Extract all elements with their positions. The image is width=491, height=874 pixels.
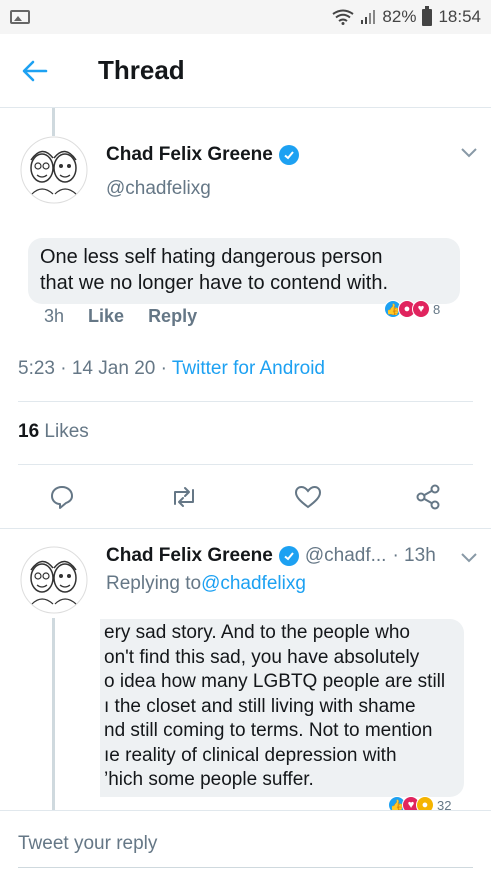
verified-icon — [278, 145, 299, 165]
replying-prefix: Replying to — [106, 573, 202, 594]
retweet-icon — [174, 487, 194, 507]
tweet-handle-row: @chadfelixg — [106, 178, 211, 200]
avatar-caricature-icon — [20, 546, 88, 614]
tweet-text-line: One less self hating dangerous person — [40, 246, 383, 268]
status-bar: 82% 18:54 — [0, 0, 491, 34]
reply-button[interactable] — [46, 481, 78, 513]
reply-text-line: on't find this sad, you have absolutely — [104, 646, 420, 668]
divider — [18, 401, 473, 402]
divider — [0, 528, 491, 529]
avatar[interactable] — [20, 546, 88, 614]
reply-composer: Tweet your reply — [0, 810, 491, 874]
chevron-down-icon — [461, 148, 477, 158]
page-title: Thread — [98, 55, 185, 85]
timestamp-text: 5:23 · 14 Jan 20 · — [18, 358, 172, 379]
reply-text-line: ’hich some people suffer. — [104, 769, 314, 790]
tweet-menu-button[interactable] — [457, 546, 481, 570]
tweet-age: 3h — [44, 306, 65, 326]
tweet-menu-button[interactable] — [457, 141, 481, 165]
replying-to-handle[interactable]: @chadfelixg — [201, 573, 306, 595]
likes-number: 16 — [18, 421, 40, 442]
verified-icon — [278, 546, 299, 566]
tweet-meta: 3h Like Reply — [44, 306, 197, 327]
replying-to: Replying to @chadfelixg — [106, 573, 306, 595]
tweet-actions — [0, 475, 491, 519]
heart-reaction-icon: ♥ — [412, 300, 430, 318]
tweet-text-line: that we no longer have to contend with. — [40, 272, 389, 294]
reply-text-line: o idea how many LGBTQ people are still — [104, 671, 446, 692]
tweet-author[interactable]: Chad Felix Greene — [106, 144, 299, 166]
reply-text-line: ıe reality of clinical depression with — [104, 744, 397, 766]
author-name[interactable]: Chad Felix Greene — [106, 545, 273, 567]
author-handle[interactable]: @chadfelixg — [106, 178, 211, 200]
back-button[interactable] — [0, 34, 70, 108]
reaction-count: 8 — [433, 301, 441, 317]
gallery-notification-icon — [10, 10, 30, 24]
status-indicators: 82% 18:54 — [332, 5, 481, 27]
like-button[interactable] — [292, 481, 324, 513]
likes-label: Likes — [39, 421, 89, 442]
author-name[interactable]: Chad Felix Greene — [106, 144, 273, 166]
reply-icon — [51, 486, 73, 509]
thread-connector — [52, 618, 55, 810]
battery-icon — [422, 5, 433, 26]
clock: 18:54 — [438, 7, 481, 26]
back-arrow-icon — [22, 60, 48, 81]
reply-text-line: ı the closet and still living with shame — [104, 695, 416, 717]
reply-text-bubble: ery sad story. And to the people who on'… — [100, 619, 464, 797]
reply-author-row[interactable]: Chad Felix Greene @chadf... · 13h — [106, 545, 436, 567]
app-header: Thread — [0, 34, 491, 108]
divider — [18, 464, 473, 465]
reply-input[interactable]: Tweet your reply — [18, 833, 157, 855]
reply-text-line: ery sad story. And to the people who — [104, 622, 410, 643]
reply-text-line: nd still coming to terms. Not to mention — [104, 720, 433, 741]
avatar-caricature-icon — [20, 136, 88, 204]
tweet-age: · 13h — [392, 545, 436, 566]
tweet-timestamp: 5:23 · 14 Jan 20 · Twitter for Android — [18, 358, 325, 380]
battery-percent: 82% — [382, 7, 417, 26]
like-icon — [294, 485, 322, 509]
reaction-summary[interactable]: 👍 ● ♥ 8 — [384, 300, 440, 318]
signal-icon — [361, 10, 376, 24]
reply-input-underline — [18, 867, 473, 868]
tweet-text-bubble: One less self hating dangerous person th… — [28, 238, 460, 304]
author-handle[interactable]: @chadf... — [305, 545, 387, 567]
share-icon — [416, 484, 440, 510]
reply-link[interactable]: Reply — [148, 306, 197, 327]
thread-connector — [52, 108, 55, 136]
avatar[interactable] — [20, 136, 88, 204]
like-link[interactable]: Like — [88, 306, 124, 327]
tweet-client-link[interactable]: Twitter for Android — [172, 358, 325, 379]
likes-count[interactable]: 16 Likes — [18, 421, 89, 443]
wifi-icon — [332, 9, 354, 25]
retweet-button[interactable] — [168, 481, 200, 513]
share-button[interactable] — [412, 481, 444, 513]
chevron-down-icon — [461, 553, 477, 563]
